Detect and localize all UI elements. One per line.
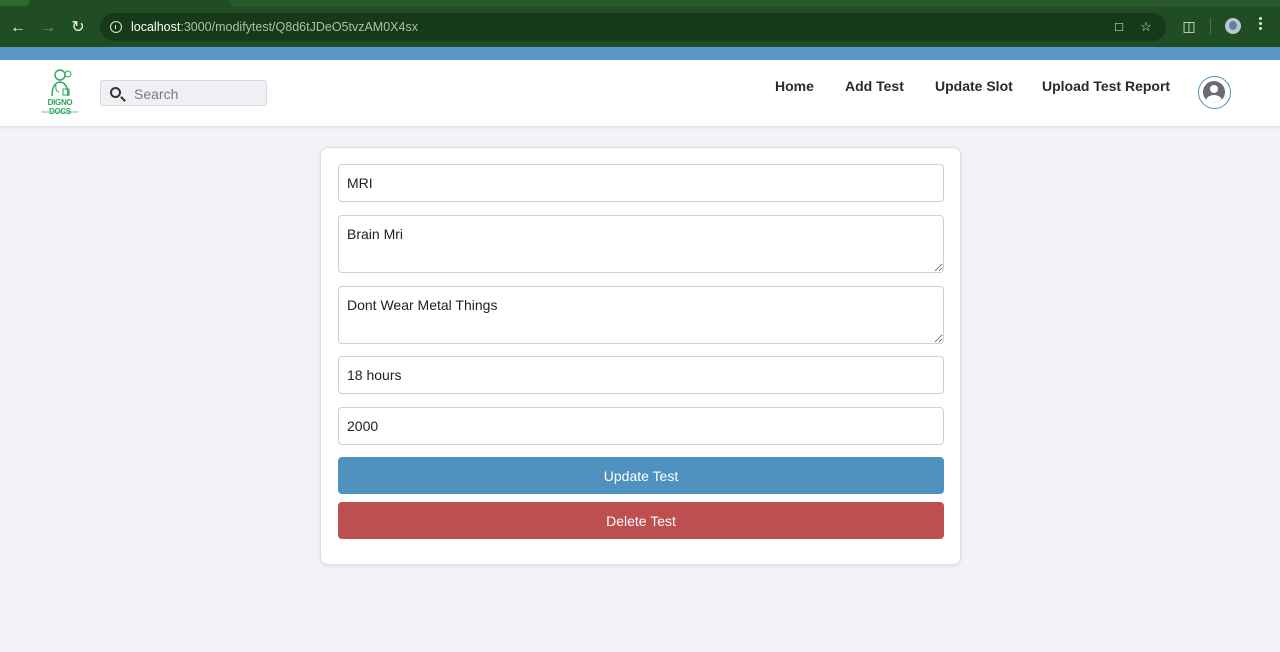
reload-icon[interactable]: ↻ <box>68 18 88 38</box>
app-header: DIGNO DOCS click, book, diagnose Home Ad… <box>0 60 1280 127</box>
test-duration-input[interactable] <box>338 356 944 394</box>
nav-update-slot[interactable]: Update Slot <box>935 78 1013 94</box>
test-name-input[interactable] <box>338 164 944 202</box>
modify-test-form: Brain Mri Dont Wear Metal Things Update … <box>320 147 961 565</box>
search-input[interactable] <box>134 85 262 103</box>
back-icon[interactable]: ← <box>8 18 28 38</box>
address-bar[interactable]: localhost:3000/modifytest/Q8d6tJDeO5tvzA… <box>100 13 1166 41</box>
browser-toolbar: ← → ↻ localhost:3000/modifytest/Q8d6tJDe… <box>0 7 1280 47</box>
browser-profile-icon[interactable] <box>1225 18 1241 34</box>
update-test-button[interactable]: Update Test <box>338 457 944 494</box>
forward-icon[interactable]: → <box>38 18 58 38</box>
bookmark-star-icon[interactable]: ☆ <box>1139 20 1153 34</box>
user-avatar[interactable] <box>1198 76 1231 109</box>
search-icon[interactable] <box>110 87 121 98</box>
user-icon <box>1203 81 1225 103</box>
accent-strip <box>0 47 1280 60</box>
url-text[interactable]: localhost:3000/modifytest/Q8d6tJDeO5tvzA… <box>131 20 418 34</box>
nav-upload-test-report[interactable]: Upload Test Report <box>1042 78 1170 94</box>
test-instructions-textarea[interactable]: Dont Wear Metal Things <box>338 286 944 344</box>
nav-add-test[interactable]: Add Test <box>845 78 904 94</box>
doctor-illustration-icon <box>51 69 72 97</box>
browser-menu-icon[interactable] <box>1257 15 1263 35</box>
test-price-input[interactable] <box>338 407 944 445</box>
digno-docs-logo[interactable]: DIGNO DOCS click, book, diagnose <box>38 68 82 120</box>
logo-subtext: click, book, diagnose <box>41 109 79 114</box>
nav-home[interactable]: Home <box>775 78 814 94</box>
toolbar-divider <box>1210 18 1211 34</box>
search-box[interactable] <box>100 80 267 106</box>
test-description-textarea[interactable]: Brain Mri <box>338 215 944 273</box>
site-info-icon[interactable] <box>110 21 122 33</box>
url-host: localhost <box>131 20 181 34</box>
browser-tab-edge <box>0 0 30 6</box>
install-app-icon[interactable]: □ <box>1112 20 1126 34</box>
url-path: :3000/modifytest/Q8d6tJDeO5tvzAM0X4sx <box>180 20 418 34</box>
extensions-icon[interactable]: ◫ <box>1181 18 1197 34</box>
delete-test-button[interactable]: Delete Test <box>338 502 944 539</box>
